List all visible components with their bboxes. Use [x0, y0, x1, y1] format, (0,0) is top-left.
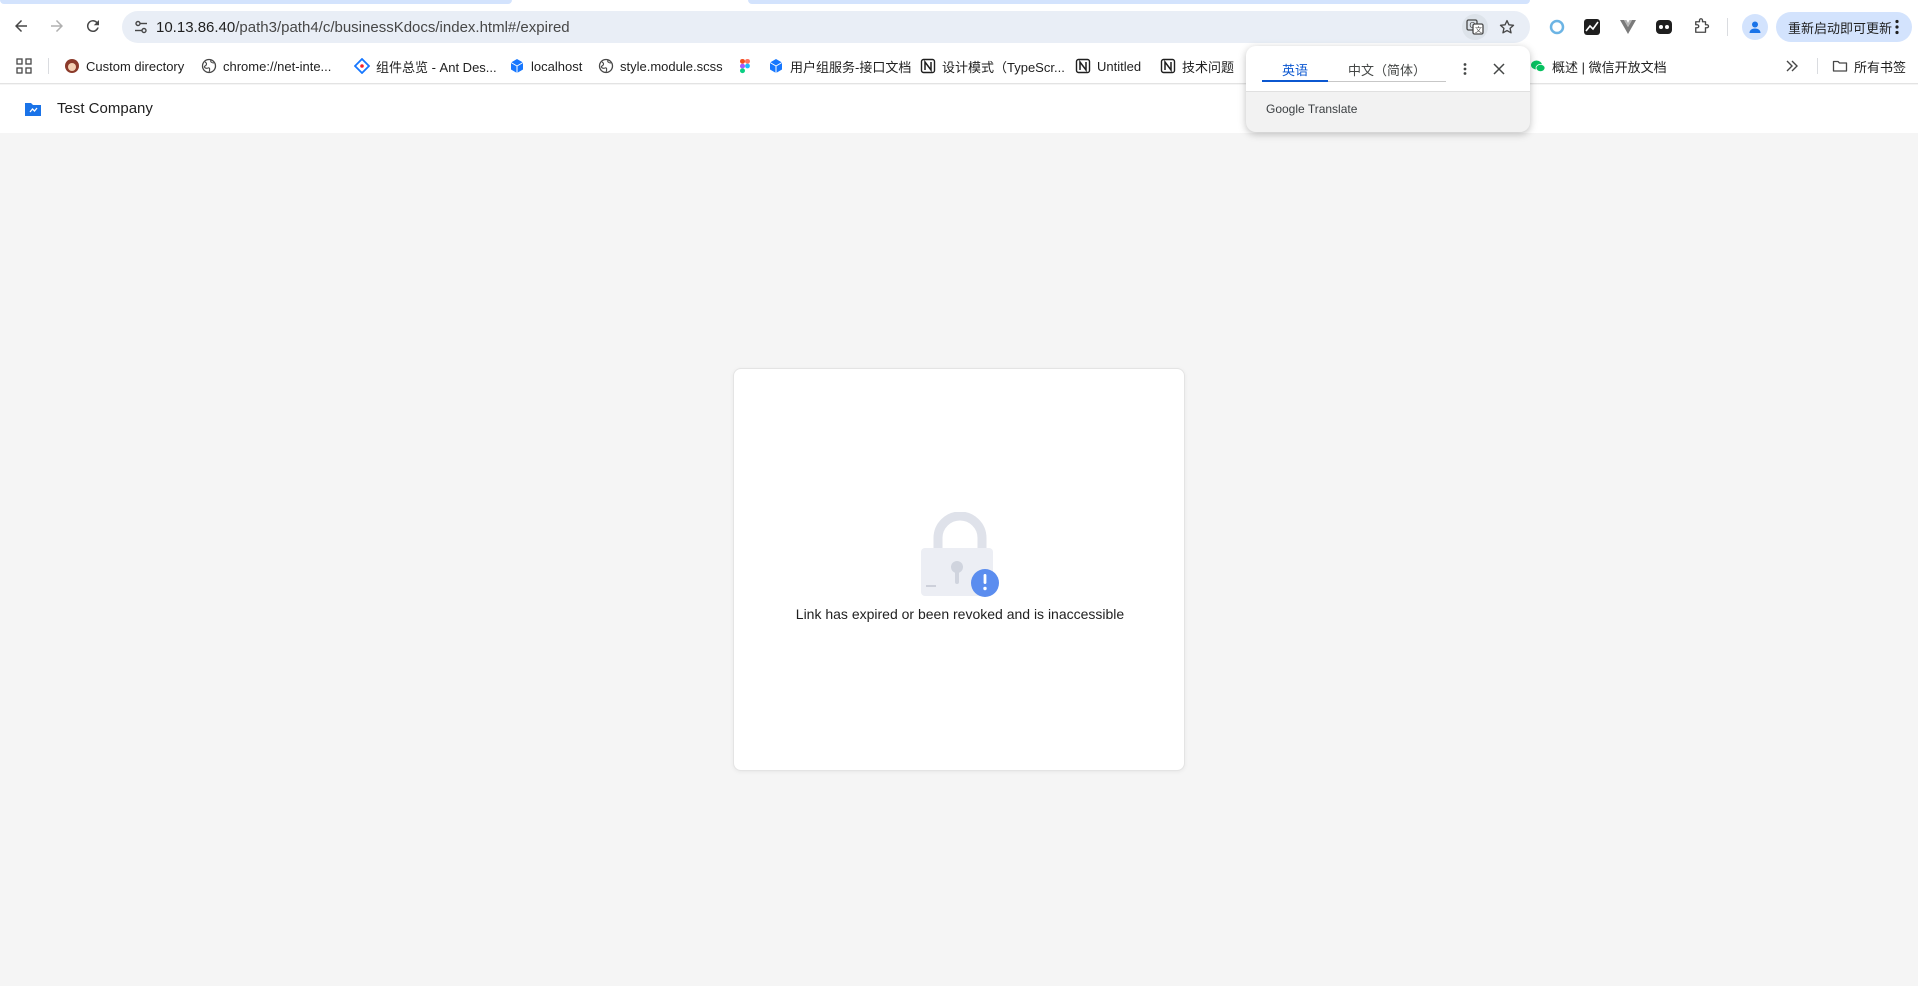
double-chevron-right-icon [1786, 60, 1798, 72]
bookmark-item[interactable]: Custom directory [64, 57, 184, 75]
bookmark-label: localhost [531, 58, 583, 74]
app-header: Test Company [0, 85, 1918, 133]
bookmark-item[interactable] [737, 57, 759, 75]
bookmark-item[interactable]: localhost [509, 57, 582, 75]
tab-english[interactable]: 英语 [1282, 60, 1308, 79]
company-name[interactable]: Test Company [57, 100, 153, 117]
extension-chart-button[interactable] [1581, 16, 1603, 38]
bookmarks-bar: Custom directory chrome://net-inte... 组件… [0, 48, 1918, 84]
extension-vue-button[interactable] [1617, 16, 1639, 38]
person-icon [1749, 21, 1761, 33]
bookmark-star-button[interactable] [1494, 14, 1520, 40]
close-icon [1493, 63, 1505, 75]
kebab-menu-icon [1895, 19, 1899, 35]
expired-message: Link has expired or been revoked and is … [795, 606, 1125, 622]
address-bar[interactable]: 10.13.86.40/path3/path4/c/businessKdocs/… [122, 11, 1530, 43]
tab-divider-line [1328, 81, 1446, 82]
tab-chinese-simplified[interactable]: 中文（简体） [1348, 60, 1426, 79]
forward-button[interactable] [42, 11, 72, 41]
avatar-icon [64, 58, 80, 74]
profile-button[interactable] [1742, 14, 1768, 40]
active-tab-indicator [1262, 80, 1328, 82]
vue-devtools-icon [1620, 20, 1636, 34]
translate-brand-text: Translate [1307, 102, 1358, 116]
forward-arrow-icon [51, 20, 63, 32]
ring-icon [1549, 19, 1565, 35]
bookmarks-divider [1817, 58, 1818, 74]
all-bookmarks-button[interactable]: 所有书签 [1832, 57, 1906, 75]
bookmarks-divider [48, 58, 49, 74]
translate-page-button[interactable]: G 文 [1462, 14, 1488, 40]
bookmark-item[interactable]: 技术问题 [1160, 57, 1234, 75]
figma-icon [737, 58, 753, 74]
extension-circle-button[interactable] [1546, 16, 1568, 38]
ant-design-icon [354, 58, 370, 74]
bookmark-item[interactable]: Untitled [1075, 57, 1141, 75]
globe-icon [201, 58, 217, 74]
back-button[interactable] [6, 11, 36, 41]
reload-button[interactable] [78, 11, 108, 41]
folder-icon [1832, 58, 1848, 74]
globe-icon [598, 58, 614, 74]
url-text[interactable]: 10.13.86.40/path3/path4/c/businessKdocs/… [156, 19, 570, 36]
cube-icon [768, 58, 784, 74]
toolbar-divider [1727, 18, 1728, 36]
notion-icon [920, 58, 936, 74]
bookmark-label: 技术问题 [1182, 59, 1235, 75]
puzzle-icon [1695, 18, 1710, 33]
browser-toolbar: 10.13.86.40/path3/path4/c/businessKdocs/… [0, 4, 1918, 48]
translate-popup-header: 英语 中文（简体） [1246, 46, 1530, 92]
google-translate-brand: Google Translate [1266, 102, 1357, 116]
kebab-menu-icon [1463, 63, 1467, 75]
translate-options-button[interactable] [1456, 60, 1474, 78]
apps-grid-icon [16, 58, 32, 74]
bookmark-label: Untitled [1097, 58, 1142, 74]
extension-copilot-button[interactable] [1653, 16, 1675, 38]
bookmark-item[interactable]: 设计模式（TypeScr... [920, 57, 1065, 75]
chart-extension-icon [1584, 19, 1600, 35]
bookmark-label: 用户组服务-接口文档 [790, 59, 912, 75]
extensions-menu-button[interactable] [1690, 16, 1712, 38]
translate-close-button[interactable] [1490, 60, 1508, 78]
url-host: 10.13.86.40 [156, 19, 236, 36]
company-logo-icon [25, 103, 41, 116]
bookmark-item[interactable]: chrome://net-inte... [201, 57, 331, 75]
url-path: /path3/path4/c/businessKdocs/index.html#… [235, 19, 570, 36]
bookmark-item[interactable]: 组件总览 - Ant Des... [354, 57, 497, 75]
relaunch-update-label: 重新启动即可更新 [1788, 20, 1893, 36]
expired-link-card: Link has expired or been revoked and is … [733, 368, 1185, 771]
padlock-warning-icon [921, 512, 999, 597]
bookmark-item[interactable]: 概述 | 微信开放文档 [1530, 57, 1667, 75]
more-bookmarks-button[interactable] [1785, 57, 1799, 75]
bookmark-item[interactable]: 用户组服务-接口文档 [768, 57, 911, 75]
notion-icon [1075, 58, 1091, 74]
site-info-button[interactable] [128, 14, 154, 40]
bookmark-label: 设计模式（TypeScr... [942, 59, 1065, 75]
bookmark-label: chrome://net-inte... [223, 58, 332, 74]
translate-popup: 英语 中文（简体） Google Translate [1246, 46, 1530, 132]
back-arrow-icon [15, 20, 27, 32]
relaunch-update-button[interactable]: 重新启动即可更新 [1776, 12, 1912, 42]
bookmark-label: 组件总览 - Ant Des... [376, 59, 497, 75]
all-bookmarks-label: 所有书签 [1854, 59, 1907, 75]
bookmark-label: Custom directory [86, 58, 185, 74]
bookmark-label: 概述 | 微信开放文档 [1552, 59, 1667, 75]
copilot-icon [1656, 20, 1672, 34]
notion-icon [1160, 58, 1176, 74]
wechat-icon [1530, 58, 1546, 74]
bookmark-label: style.module.scss [620, 58, 723, 74]
cube-icon [509, 58, 525, 74]
svg-text:文: 文 [1475, 25, 1482, 34]
apps-button[interactable] [16, 57, 32, 75]
reload-icon [86, 20, 99, 33]
translate-icon: G 文 [1466, 19, 1484, 35]
tune-icon [135, 20, 147, 34]
star-icon [1499, 19, 1515, 34]
google-brand-text: Google [1266, 102, 1305, 116]
bookmark-item[interactable]: style.module.scss [598, 57, 723, 75]
